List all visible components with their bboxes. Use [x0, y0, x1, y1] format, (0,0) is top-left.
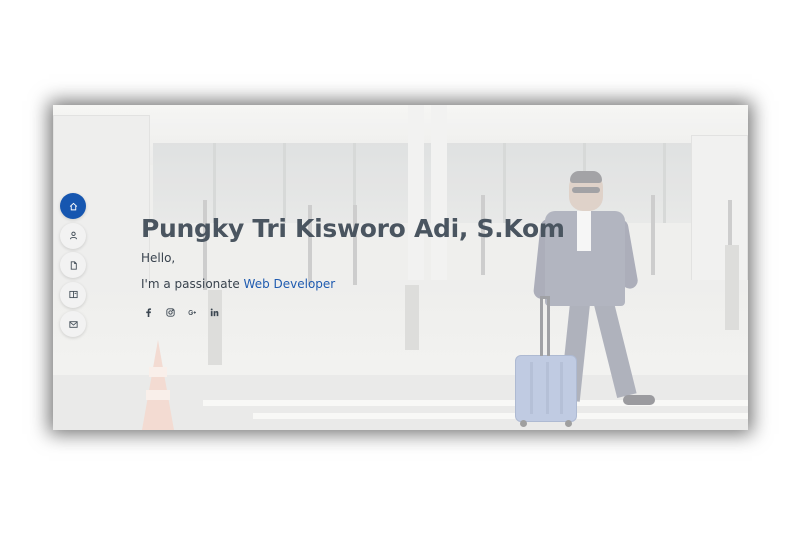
linkedin-link[interactable] [209, 307, 220, 318]
nav-resume-button[interactable] [60, 252, 86, 278]
social-links [143, 307, 220, 318]
google-plus-link[interactable] [187, 307, 198, 318]
side-navigation [60, 193, 86, 341]
instagram-icon [166, 308, 175, 317]
nav-portfolio-button[interactable] [60, 281, 86, 308]
nav-home-button[interactable] [60, 193, 86, 219]
tagline-prefix: I'm a passionate [141, 277, 244, 291]
envelope-icon [68, 320, 78, 328]
file-icon [70, 260, 77, 270]
nav-about-button[interactable] [60, 222, 86, 249]
facebook-icon [146, 308, 152, 317]
instagram-link[interactable] [165, 307, 176, 318]
linkedin-icon [210, 308, 219, 317]
google-plus-icon [188, 309, 196, 316]
nav-contact-button[interactable] [60, 311, 86, 337]
typed-role: Web Developer [243, 277, 336, 291]
greeting-text: Hello, [141, 251, 176, 265]
page-title: Pungky Tri Kisworo Adi, S.Kom [141, 214, 565, 243]
hero-text: Pungky Tri Kisworo Adi, S.Kom Hello, I'm… [141, 213, 565, 291]
home-icon [69, 202, 77, 210]
facebook-link[interactable] [143, 307, 154, 318]
hero-section: Pungky Tri Kisworo Adi, S.Kom Hello, I'm… [53, 105, 748, 430]
tagline: I'm a passionate Web Developer [141, 277, 565, 291]
person-icon [69, 231, 77, 240]
book-icon [68, 290, 78, 299]
